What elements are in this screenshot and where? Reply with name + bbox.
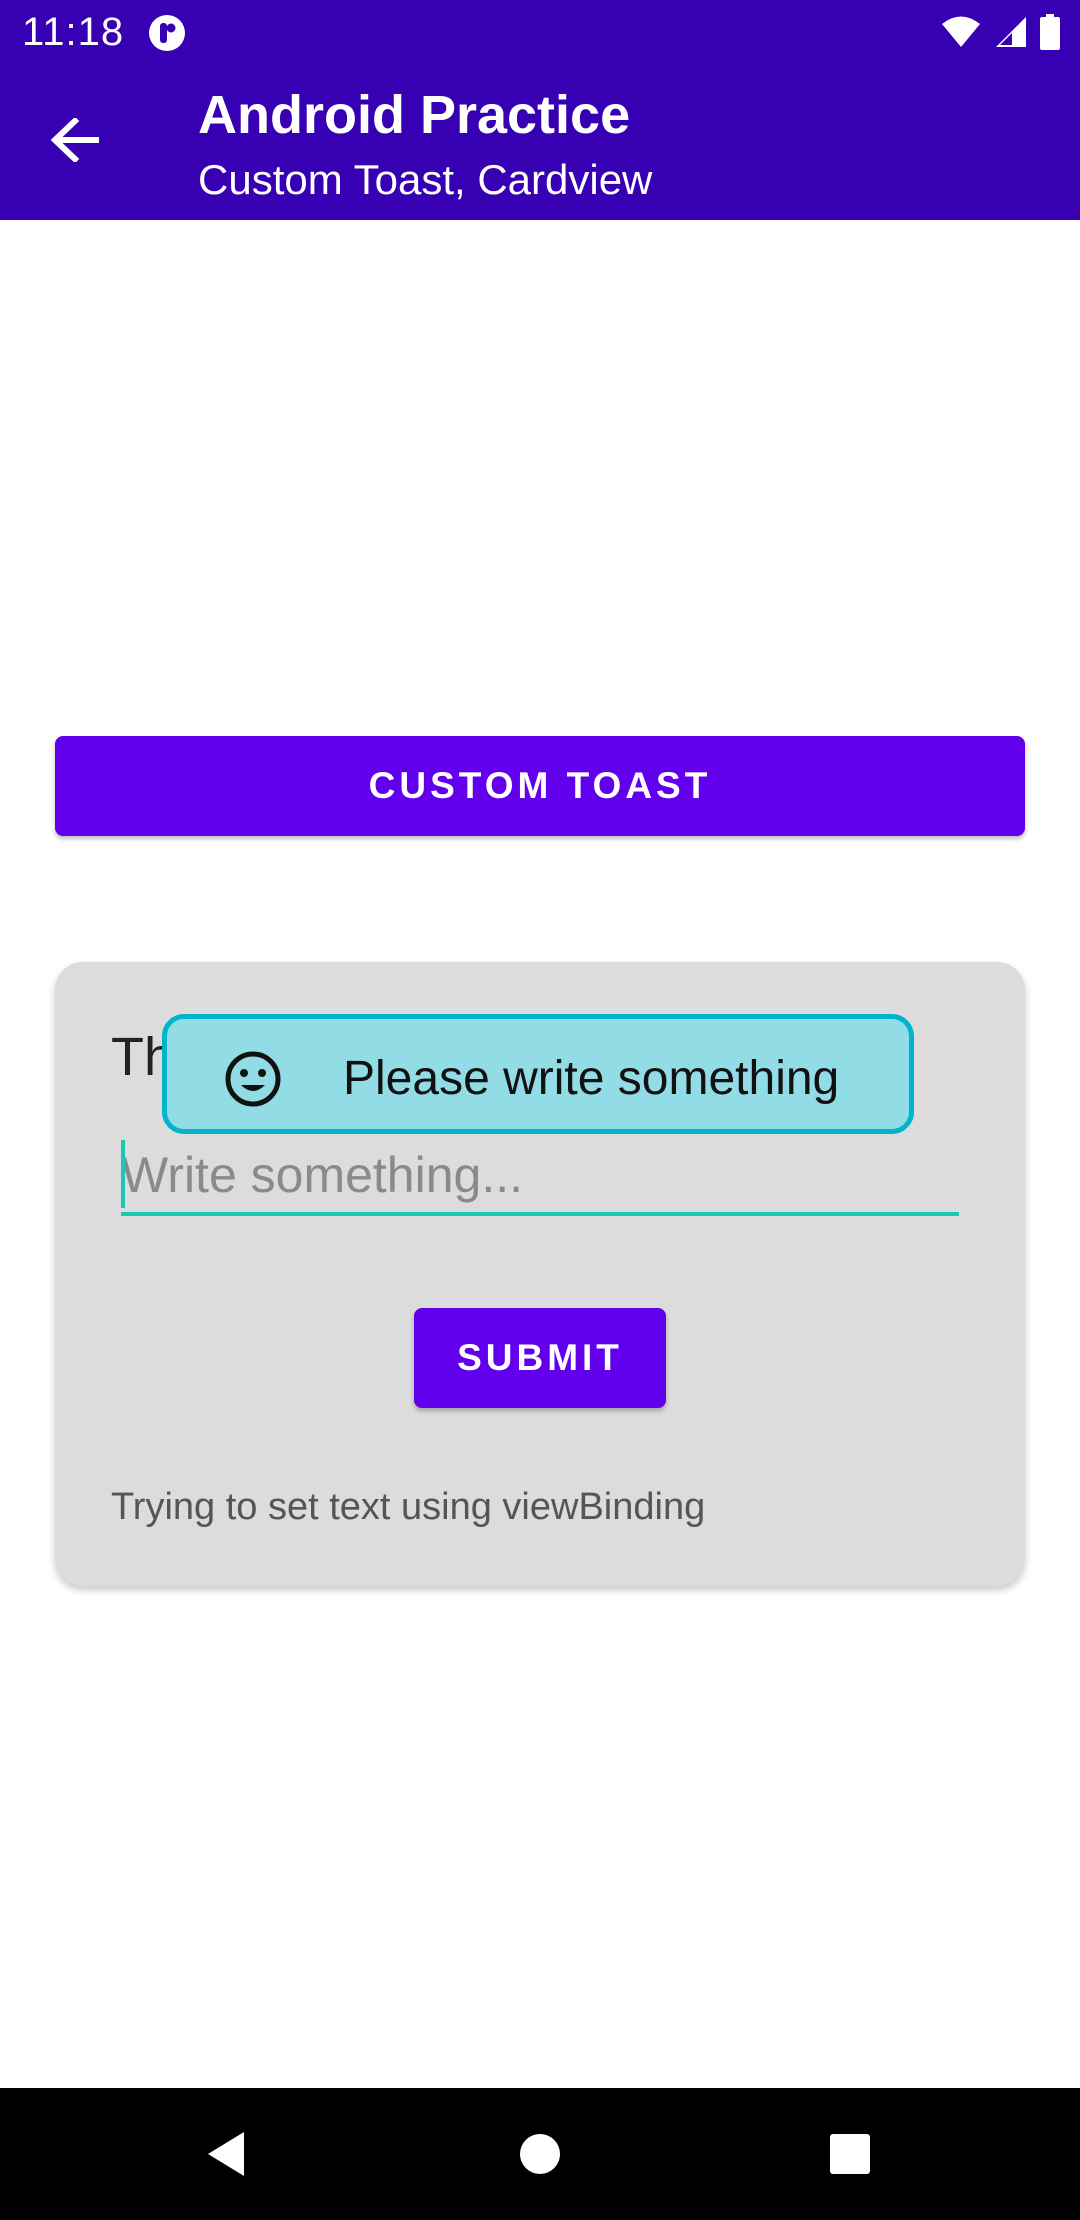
recents-square-icon bbox=[830, 2134, 870, 2174]
signal-icon bbox=[996, 17, 1026, 47]
nav-recents-button[interactable] bbox=[804, 2108, 896, 2200]
back-button[interactable] bbox=[36, 100, 116, 180]
status-icons bbox=[940, 12, 1060, 52]
system-navigation-bar bbox=[0, 2088, 1080, 2220]
back-triangle-icon bbox=[208, 2132, 244, 2176]
home-circle-icon bbox=[520, 2134, 560, 2174]
app-subtitle: Custom Toast, Cardview bbox=[198, 156, 653, 203]
nav-home-button[interactable] bbox=[494, 2108, 586, 2200]
toast-message: Please write something bbox=[343, 1052, 840, 1105]
card-footnote: Trying to set text using viewBinding bbox=[111, 1486, 706, 1528]
app-title: Android Practice bbox=[198, 85, 631, 145]
app-bar: 11:18 Android Practice Custom Toast, Car… bbox=[0, 0, 1080, 220]
text-cursor bbox=[121, 1140, 125, 1208]
submit-button[interactable]: SUBMIT bbox=[414, 1308, 666, 1408]
text-input[interactable]: Write something... bbox=[121, 1146, 523, 1204]
arrow-left-icon bbox=[51, 118, 99, 162]
custom-toast-button[interactable]: CUSTOM TOAST bbox=[55, 736, 1025, 836]
smiley-face-icon bbox=[225, 1051, 281, 1107]
battery-icon bbox=[1040, 14, 1060, 50]
app-notification-icon bbox=[149, 15, 185, 51]
custom-toast: Please write something bbox=[162, 1014, 914, 1134]
input-underline bbox=[121, 1212, 959, 1216]
nav-back-button[interactable] bbox=[180, 2108, 272, 2200]
screen: 11:18 Android Practice Custom Toast, Car… bbox=[0, 0, 1080, 2220]
status-time: 11:18 bbox=[22, 10, 125, 54]
wifi-icon bbox=[942, 16, 980, 47]
